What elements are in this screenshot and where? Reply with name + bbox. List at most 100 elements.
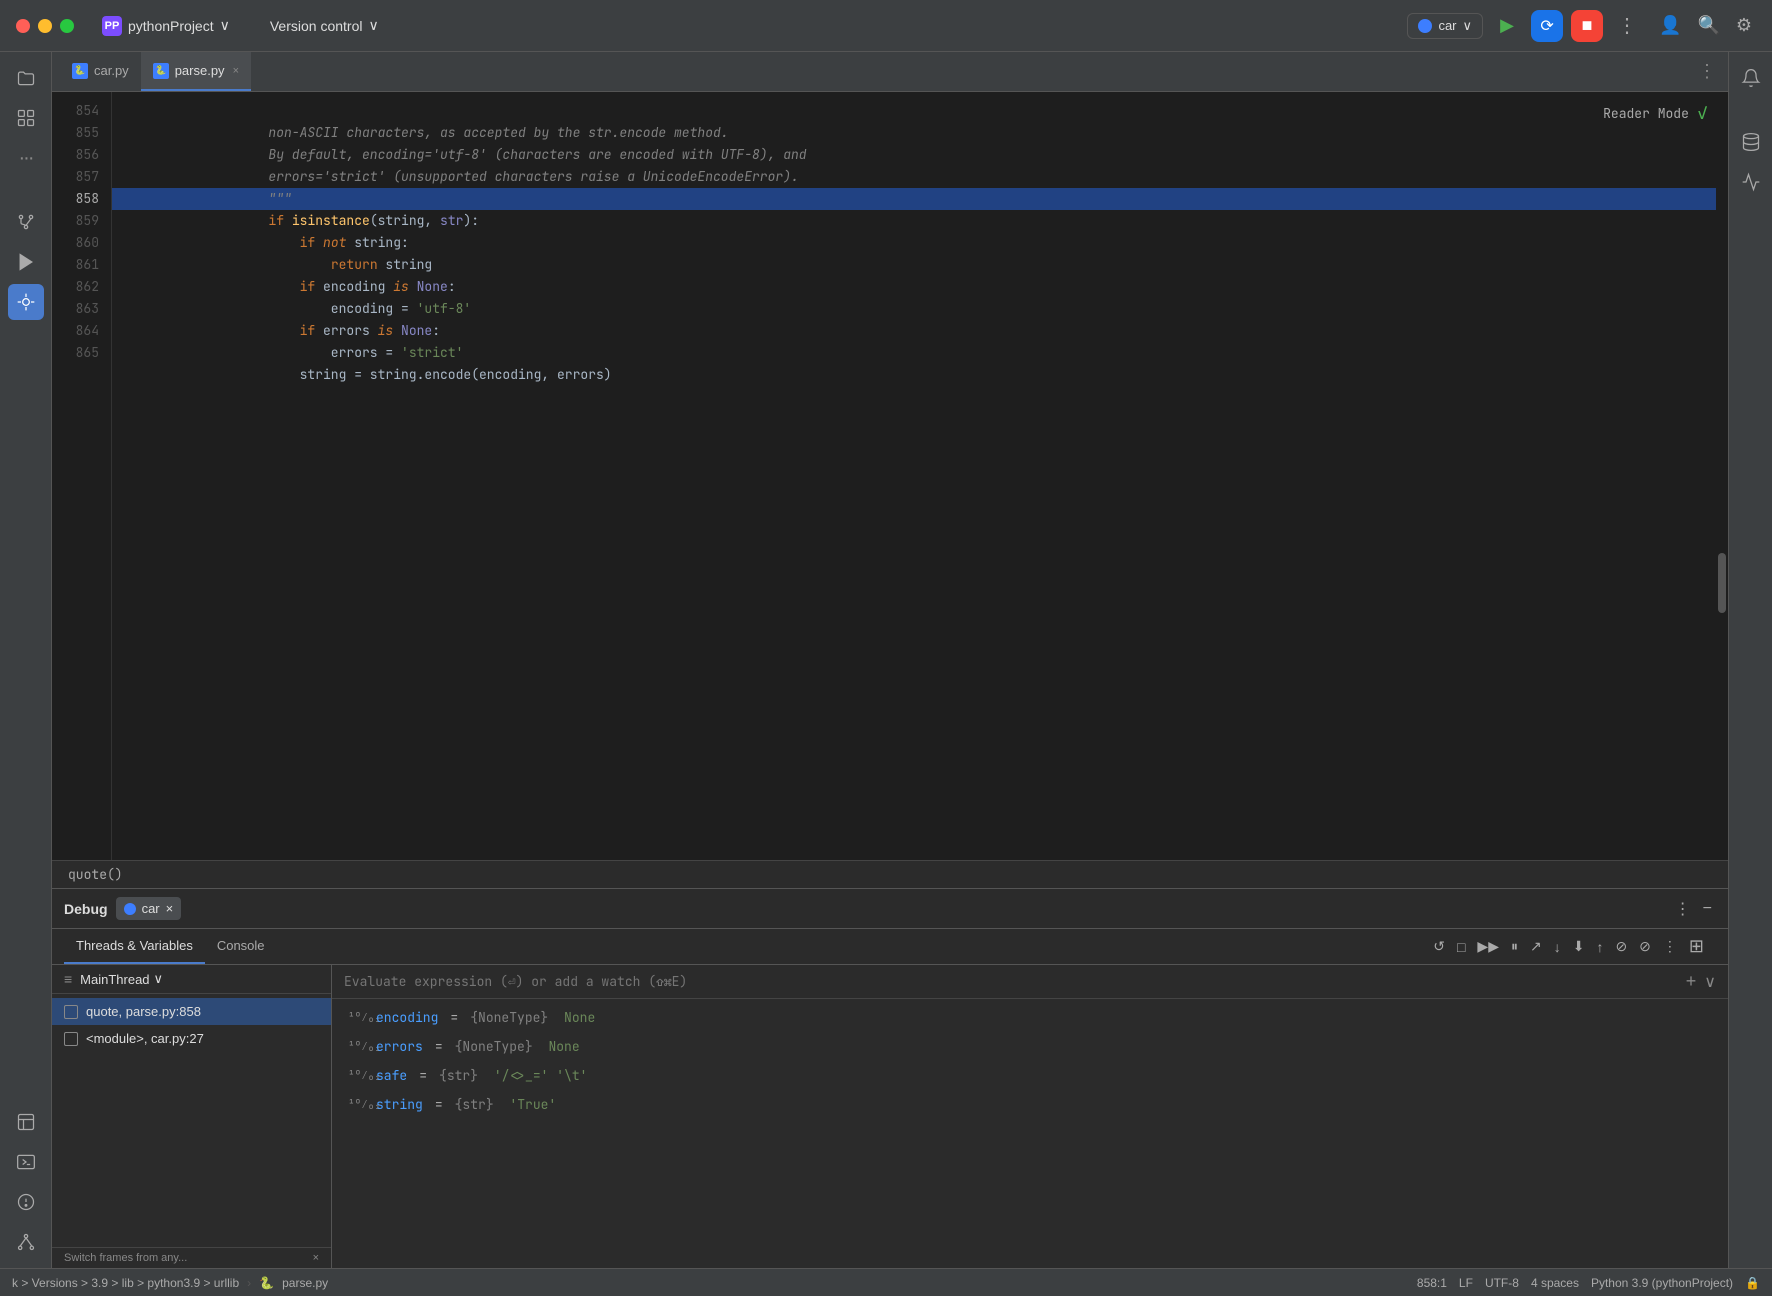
variable-name-errors: errors (376, 1038, 423, 1055)
sidebar-item-git[interactable] (8, 204, 44, 240)
breadcrumb-label: quote() (68, 866, 123, 883)
tab-more-icon[interactable]: ⋮ (1694, 61, 1720, 82)
code-editor: 854 855 856 857 858 859 860 861 862 863 … (52, 92, 1728, 888)
line-num-863: 863 (52, 298, 111, 320)
thread-dropdown[interactable]: MainThread ∨ (80, 971, 163, 987)
debug-session-tab[interactable]: car × (116, 897, 182, 920)
variable-item-string[interactable]: ¹⁰∕₀₁ string = {str} 'True' (332, 1090, 1728, 1119)
status-interpreter[interactable]: Python 3.9 (pythonProject) (1591, 1276, 1733, 1290)
step-into-button[interactable]: ↓ (1550, 937, 1565, 957)
code-content[interactable]: 854 855 856 857 858 859 860 861 862 863 … (52, 92, 1728, 860)
project-switcher[interactable]: PP pythonProject ∨ (94, 12, 238, 40)
status-encoding[interactable]: UTF-8 (1485, 1276, 1519, 1290)
step-out-button[interactable]: ↑ (1592, 937, 1607, 957)
line-numbers: 854 855 856 857 858 859 860 861 862 863 … (52, 92, 112, 860)
editor-scrollbar[interactable] (1716, 92, 1728, 860)
sidebar-item-run[interactable] (8, 244, 44, 280)
variable-item-safe[interactable]: ¹⁰∕₀₁ safe = {str} '/<>_=' '\t' (332, 1061, 1728, 1090)
tab-parse[interactable]: 🐍 parse.py × (141, 52, 251, 91)
variable-type-string: {str} (455, 1096, 494, 1113)
rerun-button[interactable]: ↺ (1429, 936, 1449, 957)
tab-car[interactable]: 🐍 car.py (60, 52, 141, 91)
line-num-865: 865 (52, 342, 111, 364)
thread-item-module[interactable]: <module>, car.py:27 (52, 1025, 331, 1052)
more-button[interactable]: ⋮ (1611, 10, 1643, 42)
pause-button[interactable]: ⏸ (1507, 936, 1522, 957)
variable-value-string: 'True' (502, 1096, 557, 1113)
sidebar-item-more[interactable]: ··· (8, 140, 44, 176)
line-num-855: 855 (52, 122, 111, 144)
debug-more-button[interactable]: ⋮ (1659, 936, 1681, 957)
eval-expression-input[interactable] (344, 973, 1678, 990)
resume-button[interactable]: ▶▶ (1473, 936, 1503, 957)
switch-frames-label: Switch frames from any... (64, 1252, 187, 1264)
sidebar-item-debug[interactable] (8, 284, 44, 320)
switch-frames-close-icon[interactable]: × (313, 1252, 319, 1264)
step-into-my-button[interactable]: ⬇ (1569, 936, 1589, 957)
right-sidebar (1728, 52, 1772, 1268)
editor-breadcrumb: quote() (52, 860, 1728, 888)
thread-item-quote[interactable]: quote, parse.py:858 (52, 998, 331, 1025)
run-controls: car ∨ ▶ ⟳ ■ ⋮ (1407, 10, 1643, 42)
status-line-ending[interactable]: LF (1459, 1276, 1473, 1290)
right-sidebar-notifications[interactable] (1733, 60, 1769, 96)
status-file-icon: 🐍 (259, 1276, 274, 1290)
status-position[interactable]: 858:1 (1417, 1276, 1447, 1290)
step-over-button[interactable]: ↗ (1526, 936, 1546, 957)
sidebar-item-problems[interactable] (8, 1184, 44, 1220)
variable-item-errors[interactable]: ¹⁰∕₀₁ errors = {NoneType} None (332, 1032, 1728, 1061)
switch-frames-bar: Switch frames from any... × (52, 1247, 331, 1268)
debug-toolbar: ↺ □ ▶▶ ⏸ ↗ ↓ ⬇ ↑ ⊘ ⊘ ⋮ ⊞ (1421, 934, 1716, 959)
add-watch-icon[interactable]: + (1686, 971, 1697, 992)
debug-layout-button[interactable]: ⊞ (1685, 934, 1708, 959)
variables-list: ¹⁰∕₀₁ encoding = {NoneType} None ¹⁰∕₀₁ e… (332, 999, 1728, 1268)
sidebar-item-terminal[interactable] (8, 1144, 44, 1180)
close-button[interactable] (16, 19, 30, 33)
stop-button[interactable]: ■ (1571, 10, 1603, 42)
evaluate-button[interactable]: ⊘ (1635, 936, 1655, 957)
run-to-cursor-button[interactable]: ⊘ (1611, 936, 1631, 957)
reader-mode-label[interactable]: Reader Mode (1603, 105, 1689, 122)
status-indent[interactable]: 4 spaces (1531, 1276, 1579, 1290)
maximize-button[interactable] (60, 19, 74, 33)
line-num-854: 854 (52, 100, 111, 122)
minimize-button[interactable] (38, 19, 52, 33)
debug-close-icon[interactable]: × (166, 901, 174, 916)
project-icon: PP (102, 16, 122, 36)
scrollbar-thumb[interactable] (1718, 553, 1726, 613)
variable-item-encoding[interactable]: ¹⁰∕₀₁ encoding = {NoneType} None (332, 1003, 1728, 1032)
run-config[interactable]: car ∨ (1407, 13, 1483, 39)
version-control-button[interactable]: Version control ∨ (262, 13, 387, 38)
settings-button[interactable]: ⚙ (1732, 11, 1756, 40)
right-sidebar-analytics[interactable] (1733, 164, 1769, 200)
tab-car-label: car.py (94, 63, 129, 78)
debug-menu-button[interactable]: ⋮ (1671, 897, 1695, 921)
tab-parse-close-icon[interactable]: × (233, 65, 239, 77)
left-sidebar: ··· (0, 52, 52, 1268)
sidebar-item-structure[interactable] (8, 100, 44, 136)
sidebar-item-packages[interactable] (8, 1104, 44, 1140)
debug-tabs: Threads & Variables Console ↺ □ ▶▶ ⏸ ↗ ↓… (52, 929, 1728, 965)
code-lines[interactable]: non-ASCII characters, as accepted by the… (112, 92, 1728, 860)
tab-console[interactable]: Console (205, 929, 277, 964)
threads-panel: ≡ MainThread ∨ quote, parse.py:858 (52, 965, 332, 1268)
debug-minimize-button[interactable]: − (1699, 897, 1716, 921)
tab-threads-variables[interactable]: Threads & Variables (64, 929, 205, 964)
project-name: pythonProject (128, 18, 214, 34)
tab-parse-label: parse.py (175, 63, 225, 78)
add-profile-button[interactable]: 👤 (1655, 11, 1685, 40)
status-right: 858:1 LF UTF-8 4 spaces Python 3.9 (pyth… (1417, 1276, 1760, 1290)
version-control-label: Version control (270, 18, 363, 34)
stop-debug-button[interactable]: □ (1453, 937, 1469, 957)
sidebar-item-vcs[interactable] (8, 1224, 44, 1260)
status-breadcrumb: k > Versions > 3.9 > lib > python3.9 > u… (12, 1276, 239, 1290)
variable-value-encoding: None (556, 1009, 595, 1026)
search-button[interactable]: 🔍 (1693, 11, 1723, 40)
debug-button[interactable]: ⟳ (1531, 10, 1563, 42)
titlebar: PP pythonProject ∨ Version control ∨ car… (0, 0, 1772, 52)
run-button[interactable]: ▶ (1491, 10, 1523, 42)
expand-watch-icon[interactable]: ∨ (1704, 972, 1716, 992)
sidebar-item-folders[interactable] (8, 60, 44, 96)
variables-panel: + ∨ ¹⁰∕₀₁ encoding = {NoneType} None ¹⁰∕… (332, 965, 1728, 1268)
right-sidebar-db[interactable] (1733, 124, 1769, 160)
